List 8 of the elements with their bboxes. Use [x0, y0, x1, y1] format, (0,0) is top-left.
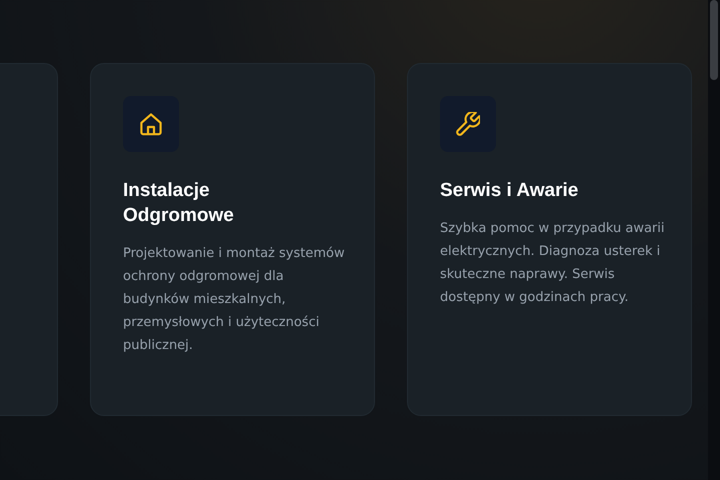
card-description: Szybka pomoc w przypadku awarii elektrycznych. Diagnoza usterek i skuteczne naprawy. Serwis dostępny w godzinach pracy. — [440, 220, 665, 307]
wrench-icon — [456, 112, 480, 136]
card-title: Serwis i Awarie — [440, 179, 580, 203]
house-icon — [139, 112, 163, 136]
scrollbar[interactable] — [708, 0, 720, 480]
card-description: Projektowanie i montaż systemów ochrony odgromowej dla budynków mieszkalnych, przemysłowych i użyteczności publicznej. — [123, 245, 346, 355]
card-title: Instalacje Odgromowe — [123, 179, 235, 228]
scrollbar-thumb[interactable] — [710, 0, 718, 80]
